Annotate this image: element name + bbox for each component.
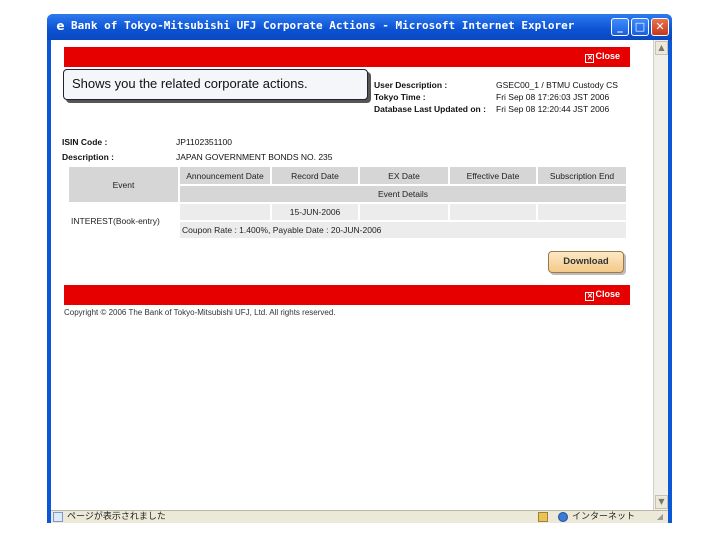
subscription-end-cell (537, 203, 628, 222)
isin-value: JP1102351100 (176, 137, 232, 147)
footer-close-link[interactable]: ✕ Close (585, 289, 620, 301)
column-header-ex-date: EX Date (359, 167, 450, 186)
column-header-effective-date: Effective Date (449, 167, 538, 186)
maximize-button[interactable]: □ (631, 18, 649, 36)
scroll-up-arrow-icon[interactable]: ▲ (655, 41, 668, 55)
lock-icon (538, 512, 548, 522)
isin-label: ISIN Code : (62, 137, 108, 147)
db-updated-value: Fri Sep 08 12:20:44 JST 2006 (496, 104, 610, 114)
column-header-subscription-end: Subscription End (537, 167, 628, 186)
table-header-row: Event Announcement Date Record Date EX D… (69, 167, 628, 204)
resize-grip-icon[interactable]: ◢ (654, 511, 666, 523)
page-content: ✕ Close Shows you the related corporate a… (51, 40, 668, 510)
user-description-label: User Description : (374, 80, 448, 90)
scroll-down-arrow-icon[interactable]: ▼ (655, 495, 668, 509)
page-done-icon (53, 512, 63, 522)
internet-zone-icon (558, 512, 568, 522)
status-text: ページが表示されました (67, 512, 166, 522)
vertical-scrollbar[interactable]: ▲ ▼ (653, 40, 668, 510)
description-label: Description : (62, 152, 114, 162)
event-column-header: Event (69, 167, 180, 204)
status-bar: ページが表示されました インターネット ◢ (51, 510, 668, 523)
close-window-button[interactable]: ✕ (651, 18, 669, 36)
internet-explorer-icon: e (56, 19, 65, 33)
minimize-button[interactable]: _ (611, 18, 629, 36)
column-header-announcement-date: Announcement Date (179, 167, 272, 186)
event-details-header: Event Details (179, 185, 628, 204)
effective-date-cell (449, 203, 538, 222)
description-value: JAPAN GOVERNMENT BONDS NO. 235 (176, 152, 333, 162)
tooltip: Shows you the related corporate actions. (63, 69, 368, 100)
copyright-text: Copyright © 2006 The Bank of Tokyo-Mitsu… (64, 308, 336, 317)
table-row: INTEREST(Book-entry) 15-JUN-2006 (69, 203, 628, 240)
tokyo-time-label: Tokyo Time : (374, 92, 426, 102)
db-updated-label: Database Last Updated on : (374, 104, 486, 114)
close-icon: ✕ (585, 54, 595, 63)
footer-bar: ✕ Close (64, 285, 630, 305)
footer-close-label: Close (595, 289, 620, 299)
header-close-label: Close (595, 51, 620, 61)
column-header-record-date: Record Date (271, 167, 360, 186)
download-button[interactable]: Download (548, 251, 624, 273)
browser-window: e Bank of Tokyo-Mitsubishi UFJ Corporate… (47, 14, 672, 523)
window-title: Bank of Tokyo-Mitsubishi UFJ Corporate A… (71, 19, 575, 32)
security-zone-text: インターネット (572, 512, 636, 522)
event-cell: INTEREST(Book-entry) (69, 203, 180, 240)
user-description-value: GSEC00_1 / BTMU Custody CS (496, 80, 618, 90)
tokyo-time-value: Fri Sep 08 17:26:03 JST 2006 (496, 92, 610, 102)
announcement-date-cell (179, 203, 272, 222)
event-details-cell: Coupon Rate : 1.400%, Payable Date : 20-… (179, 221, 628, 240)
ex-date-cell (359, 203, 450, 222)
title-bar[interactable]: e Bank of Tokyo-Mitsubishi UFJ Corporate… (47, 14, 672, 40)
record-date-cell: 15-JUN-2006 (271, 203, 360, 222)
close-icon: ✕ (585, 292, 595, 301)
header-bar: ✕ Close (64, 47, 630, 67)
header-close-link[interactable]: ✕ Close (585, 51, 620, 63)
corporate-actions-table: Event Announcement Date Record Date EX D… (69, 167, 628, 240)
